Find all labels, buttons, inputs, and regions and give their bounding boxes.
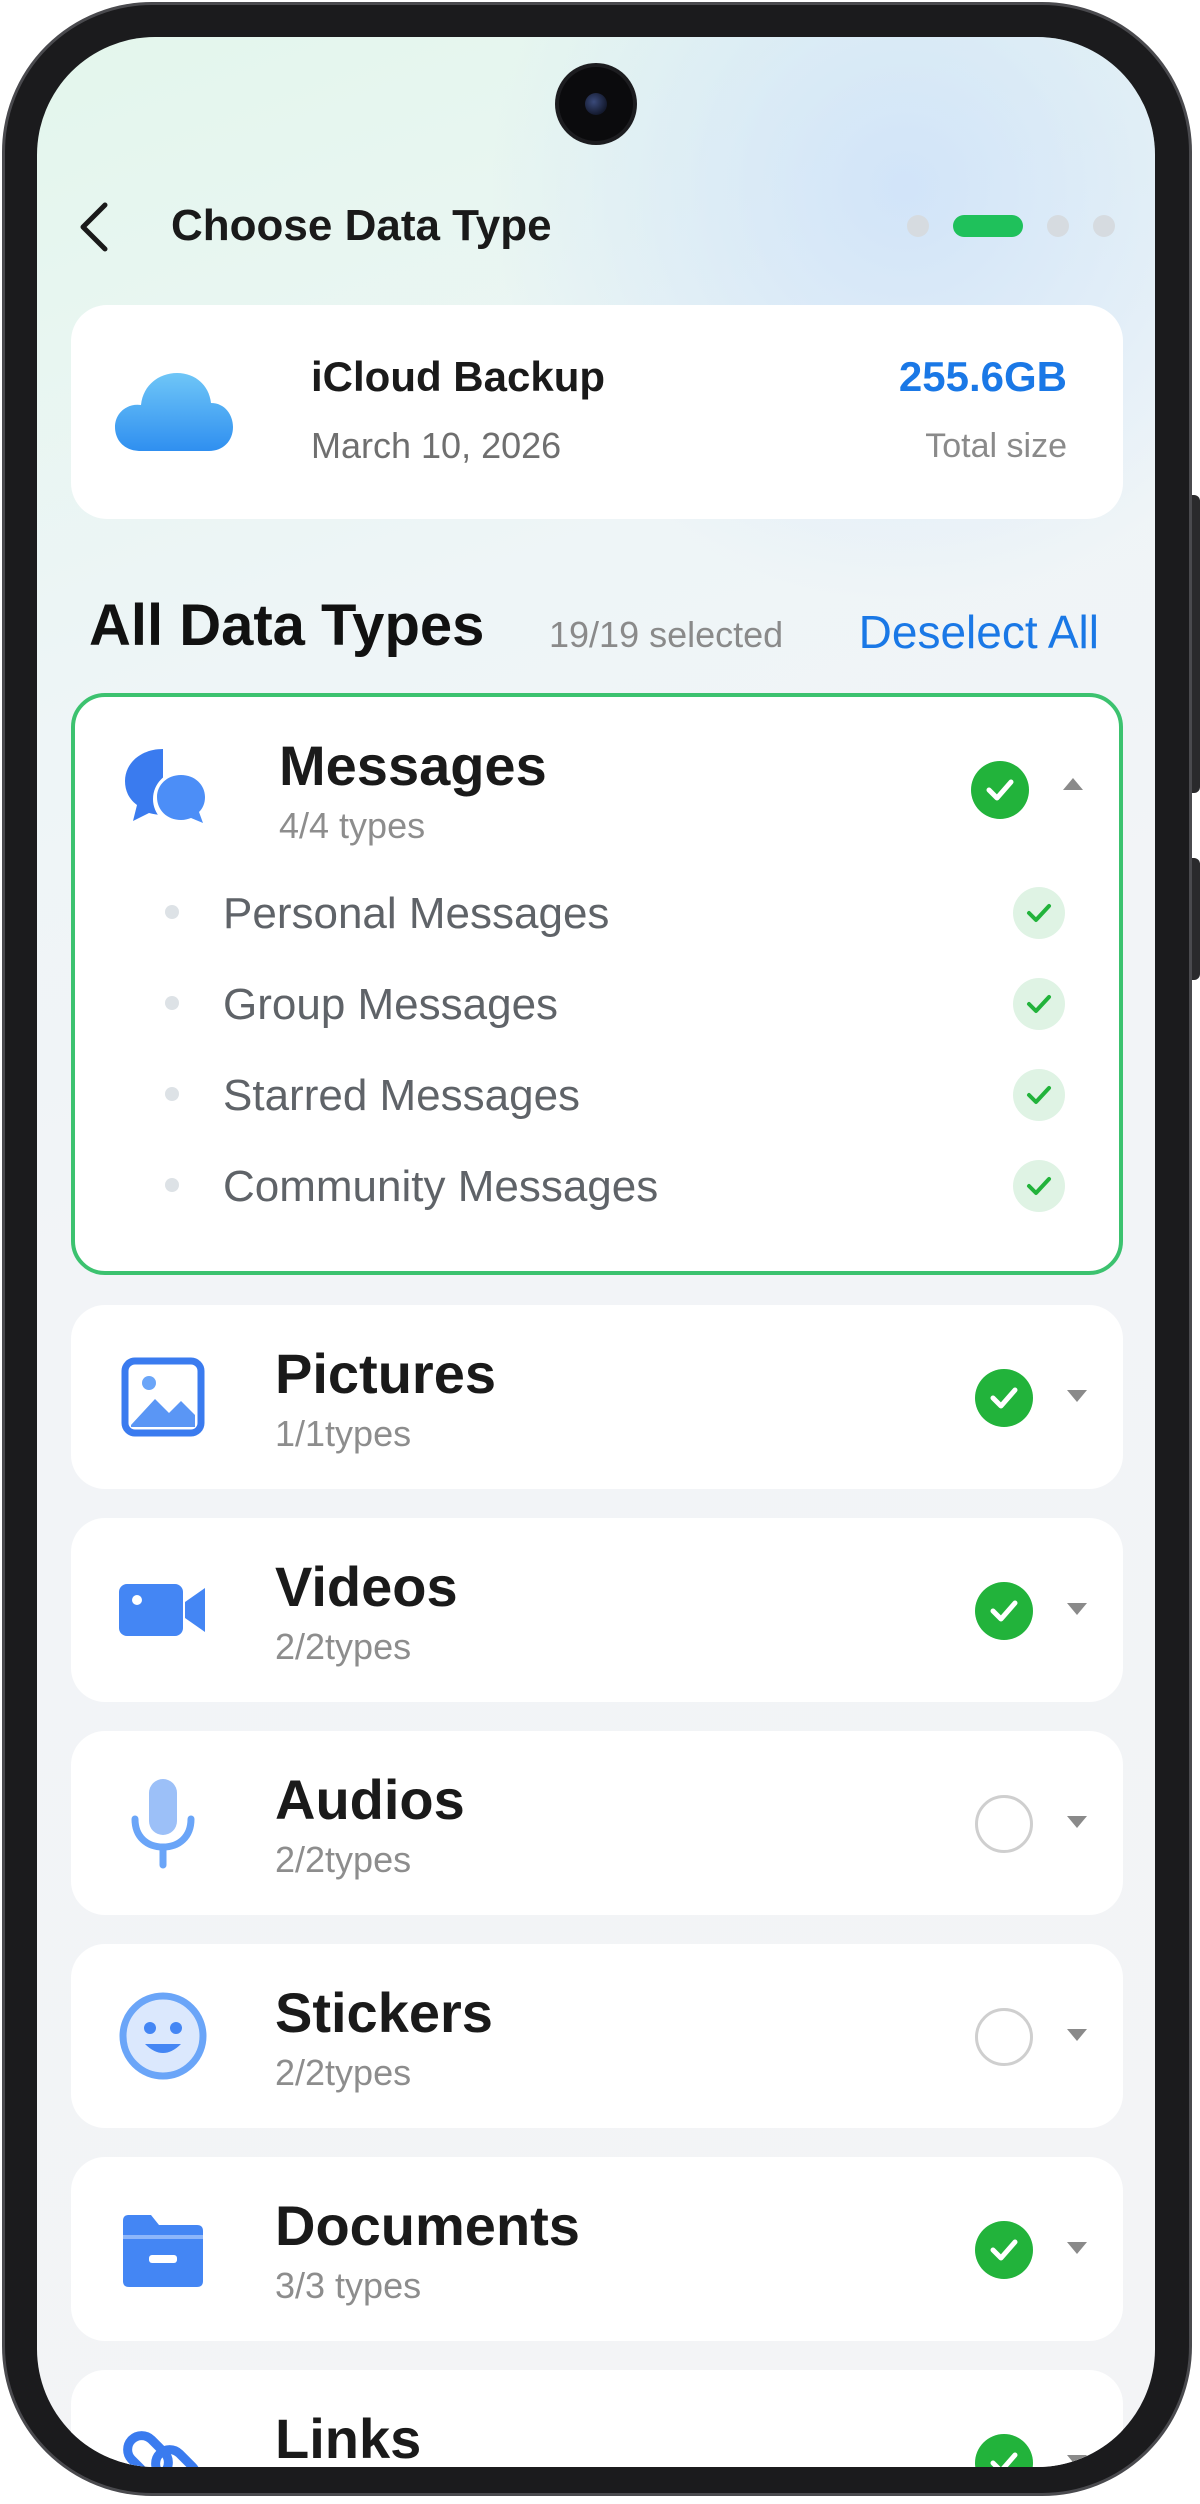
chevron-down-icon[interactable] [1067,2242,1087,2254]
folder-icon [123,2215,203,2287]
sub-item-community-messages[interactable]: Community Messages [75,1148,1119,1218]
chevron-down-icon[interactable] [1067,1816,1087,1828]
screen: Choose Data Type iCloud Backup March 10,… [37,37,1155,2467]
check-icon [990,2452,1018,2467]
backup-size-label: Total size [925,427,1067,465]
backup-size: 255.6GB [898,353,1067,400]
chevron-up-icon[interactable] [1063,778,1083,790]
category-card-stickers[interactable]: Stickers 2/2types [71,1944,1123,2128]
category-name: Pictures [275,1342,496,1405]
category-card-pictures[interactable]: Pictures 1/1types [71,1305,1123,1489]
category-checkbox[interactable] [975,1369,1033,1427]
category-name: Messages [279,734,547,797]
check-icon [990,2239,1018,2261]
category-subtitle: 4/4 types [279,805,426,846]
sub-item-checkbox[interactable] [1013,978,1065,1030]
microphone-icon [131,1779,195,1869]
category-card-links[interactable]: Links [71,2370,1123,2467]
chevron-down-icon[interactable] [1067,2029,1087,2041]
check-icon [1027,904,1051,922]
category-checkbox[interactable] [975,1582,1033,1640]
deselect-all-button[interactable]: Deselect All [859,605,1099,659]
check-icon [1027,995,1051,1013]
category-name: Documents [275,2194,580,2257]
section-title: All Data Types [89,593,485,658]
video-camera-icon [119,1584,205,1636]
cloud-icon [115,373,233,451]
category-name: Videos [275,1555,458,1618]
front-camera [559,67,633,141]
step-dot [1047,215,1069,237]
bullet [165,1178,179,1192]
category-checkbox[interactable] [971,761,1029,819]
chevron-down-icon[interactable] [1067,1390,1087,1402]
category-checkbox[interactable] [975,1795,1033,1853]
chevron-down-icon[interactable] [1067,1603,1087,1615]
header: Choose Data Type [37,187,1155,267]
sub-item-label: Community Messages [223,1162,659,1211]
category-subtitle: 2/2types [275,1839,412,1880]
sub-item-label: Personal Messages [223,889,610,938]
chat-bubbles-icon [125,749,209,827]
check-icon [990,1600,1018,1622]
link-icon [123,2431,201,2467]
category-card-messages[interactable]: Messages 4/4 types Personal Messages Gro… [71,693,1123,1275]
bullet [165,996,179,1010]
backup-name: iCloud Backup [311,353,606,400]
selected-count: 19/19 selected [549,614,784,655]
step-dot [907,215,929,237]
category-subtitle: 3/3 types [275,2265,422,2306]
category-checkbox[interactable] [975,2008,1033,2066]
category-checkbox[interactable] [975,2434,1033,2467]
chevron-down-icon[interactable] [1067,2455,1087,2467]
category-subtitle: 1/1types [275,1413,412,1454]
bullet [165,1087,179,1101]
volume-button [1192,495,1200,793]
sub-item-checkbox[interactable] [1013,1069,1065,1121]
image-icon [121,1357,205,1437]
check-icon [1027,1177,1051,1195]
sub-item-checkbox[interactable] [1013,887,1065,939]
category-subtitle: 2/2types [275,1626,412,1667]
power-button [1192,858,1200,980]
sub-item-group-messages[interactable]: Group Messages [75,966,1119,1036]
bullet [165,905,179,919]
check-icon [1027,1086,1051,1104]
page-title: Choose Data Type [171,201,552,250]
backup-date: March 10, 2026 [311,425,562,466]
sub-item-starred-messages[interactable]: Starred Messages [75,1057,1119,1127]
sub-item-personal-messages[interactable]: Personal Messages [75,875,1119,945]
check-icon [986,779,1014,801]
sub-item-label: Starred Messages [223,1071,581,1120]
category-name: Stickers [275,1981,493,2044]
category-name: Audios [275,1768,465,1831]
category-name: Links [275,2407,422,2467]
category-card-audios[interactable]: Audios 2/2types [71,1731,1123,1915]
category-checkbox[interactable] [975,2221,1033,2279]
chevron-left-icon [80,202,108,252]
category-subtitle: 2/2types [275,2052,412,2093]
smiley-icon [119,1992,207,2080]
step-indicator [907,215,1115,237]
category-card-documents[interactable]: Documents 3/3 types [71,2157,1123,2341]
step-dot [1093,215,1115,237]
backup-card: iCloud Backup March 10, 2026 255.6GB Tot… [71,305,1123,519]
step-dot-active [953,215,1023,237]
sub-item-label: Group Messages [223,980,559,1029]
sub-item-checkbox[interactable] [1013,1160,1065,1212]
check-icon [990,1387,1018,1409]
back-button[interactable] [67,197,127,257]
category-card-videos[interactable]: Videos 2/2types [71,1518,1123,1702]
